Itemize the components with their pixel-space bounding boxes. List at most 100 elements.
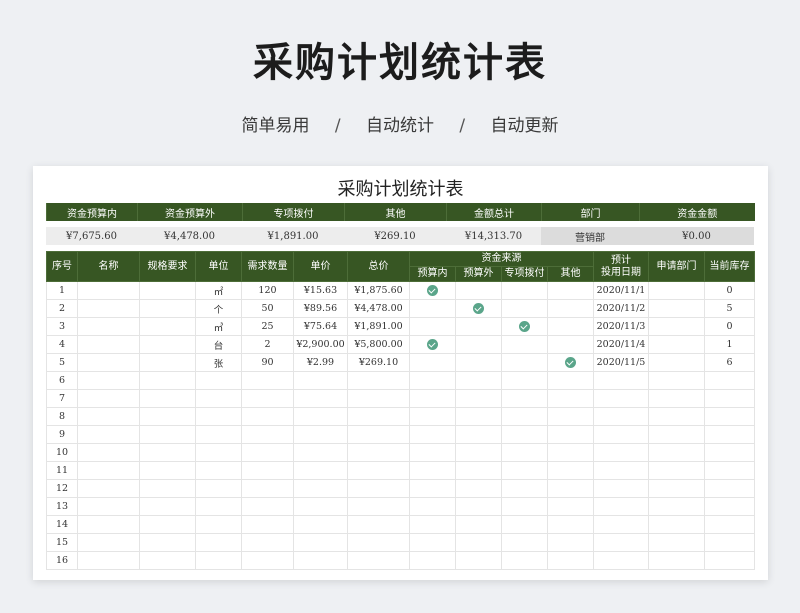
cell-total[interactable] (347, 443, 410, 462)
cell-price[interactable] (293, 551, 348, 570)
cell-date[interactable] (593, 479, 649, 498)
cell-fund-special[interactable] (501, 479, 548, 498)
cell-seq[interactable]: 6 (46, 371, 78, 390)
cell-name[interactable] (77, 407, 140, 426)
cell-stock[interactable]: 0 (704, 281, 755, 300)
cell-name[interactable] (77, 479, 140, 498)
cell-total[interactable]: ¥269.10 (347, 353, 410, 372)
cell-dept[interactable] (648, 425, 705, 444)
cell-name[interactable] (77, 461, 140, 480)
cell-spec[interactable] (139, 371, 196, 390)
cell-price[interactable]: ¥2,900.00 (293, 335, 348, 354)
cell-total[interactable]: ¥1,875.60 (347, 281, 410, 300)
cell-unit[interactable] (195, 389, 242, 408)
cell-total[interactable]: ¥1,891.00 (347, 317, 410, 336)
cell-fund-out[interactable] (455, 281, 502, 300)
cell-price[interactable] (293, 533, 348, 552)
cell-name[interactable] (77, 317, 140, 336)
cell-fund-other[interactable] (547, 407, 594, 426)
cell-spec[interactable] (139, 335, 196, 354)
cell-qty[interactable] (241, 425, 294, 444)
cell-unit[interactable] (195, 407, 242, 426)
cell-price[interactable]: ¥89.56 (293, 299, 348, 318)
cell-fund-other[interactable] (547, 299, 594, 318)
cell-date[interactable] (593, 497, 649, 516)
cell-fund-in[interactable] (409, 317, 456, 336)
cell-date[interactable] (593, 371, 649, 390)
cell-fund-in[interactable] (409, 515, 456, 534)
cell-fund-special[interactable] (501, 461, 548, 480)
cell-fund-other[interactable] (547, 371, 594, 390)
cell-qty[interactable] (241, 461, 294, 480)
cell-seq[interactable]: 4 (46, 335, 78, 354)
cell-fund-in[interactable] (409, 407, 456, 426)
cell-fund-other[interactable] (547, 281, 594, 300)
cell-spec[interactable] (139, 317, 196, 336)
cell-spec[interactable] (139, 515, 196, 534)
cell-spec[interactable] (139, 353, 196, 372)
cell-fund-other[interactable] (547, 425, 594, 444)
cell-stock[interactable] (704, 425, 755, 444)
cell-total[interactable] (347, 461, 410, 480)
cell-fund-other[interactable] (547, 353, 594, 372)
cell-name[interactable] (77, 443, 140, 462)
cell-price[interactable] (293, 497, 348, 516)
cell-fund-other[interactable] (547, 389, 594, 408)
cell-seq[interactable]: 3 (46, 317, 78, 336)
cell-fund-out[interactable] (455, 353, 502, 372)
cell-spec[interactable] (139, 479, 196, 498)
summary-value-cell[interactable]: ¥7,675.60 (46, 227, 137, 245)
cell-seq[interactable]: 10 (46, 443, 78, 462)
cell-unit[interactable] (195, 479, 242, 498)
cell-name[interactable] (77, 299, 140, 318)
cell-date[interactable] (593, 407, 649, 426)
cell-total[interactable] (347, 479, 410, 498)
summary-value-cell[interactable]: 营销部 (541, 227, 639, 245)
cell-fund-in[interactable] (409, 353, 456, 372)
cell-fund-out[interactable] (455, 425, 502, 444)
cell-fund-special[interactable] (501, 497, 548, 516)
cell-fund-special[interactable] (501, 389, 548, 408)
cell-dept[interactable] (648, 479, 705, 498)
cell-fund-other[interactable] (547, 497, 594, 516)
cell-date[interactable] (593, 425, 649, 444)
cell-stock[interactable] (704, 497, 755, 516)
cell-price[interactable] (293, 389, 348, 408)
cell-stock[interactable] (704, 551, 755, 570)
cell-date[interactable]: 2020/11/2 (593, 299, 649, 318)
cell-unit[interactable]: 张 (195, 353, 242, 372)
cell-fund-special[interactable] (501, 335, 548, 354)
cell-date[interactable] (593, 515, 649, 534)
cell-dept[interactable] (648, 299, 705, 318)
cell-unit[interactable]: 台 (195, 335, 242, 354)
cell-stock[interactable] (704, 479, 755, 498)
cell-spec[interactable] (139, 461, 196, 480)
cell-dept[interactable] (648, 353, 705, 372)
cell-qty[interactable] (241, 371, 294, 390)
cell-stock[interactable] (704, 443, 755, 462)
cell-total[interactable]: ¥4,478.00 (347, 299, 410, 318)
cell-qty[interactable] (241, 389, 294, 408)
cell-total[interactable] (347, 425, 410, 444)
cell-date[interactable]: 2020/11/5 (593, 353, 649, 372)
cell-name[interactable] (77, 551, 140, 570)
cell-qty[interactable]: 25 (241, 317, 294, 336)
cell-dept[interactable] (648, 551, 705, 570)
cell-fund-other[interactable] (547, 461, 594, 480)
cell-name[interactable] (77, 389, 140, 408)
cell-fund-out[interactable] (455, 299, 502, 318)
cell-price[interactable] (293, 479, 348, 498)
cell-fund-out[interactable] (455, 551, 502, 570)
cell-seq[interactable]: 5 (46, 353, 78, 372)
cell-fund-special[interactable] (501, 317, 548, 336)
cell-fund-out[interactable] (455, 407, 502, 426)
cell-seq[interactable]: 8 (46, 407, 78, 426)
cell-date[interactable]: 2020/11/4 (593, 335, 649, 354)
cell-stock[interactable]: 1 (704, 335, 755, 354)
cell-price[interactable] (293, 515, 348, 534)
cell-spec[interactable] (139, 299, 196, 318)
cell-qty[interactable] (241, 443, 294, 462)
cell-spec[interactable] (139, 551, 196, 570)
cell-fund-other[interactable] (547, 317, 594, 336)
cell-name[interactable] (77, 497, 140, 516)
